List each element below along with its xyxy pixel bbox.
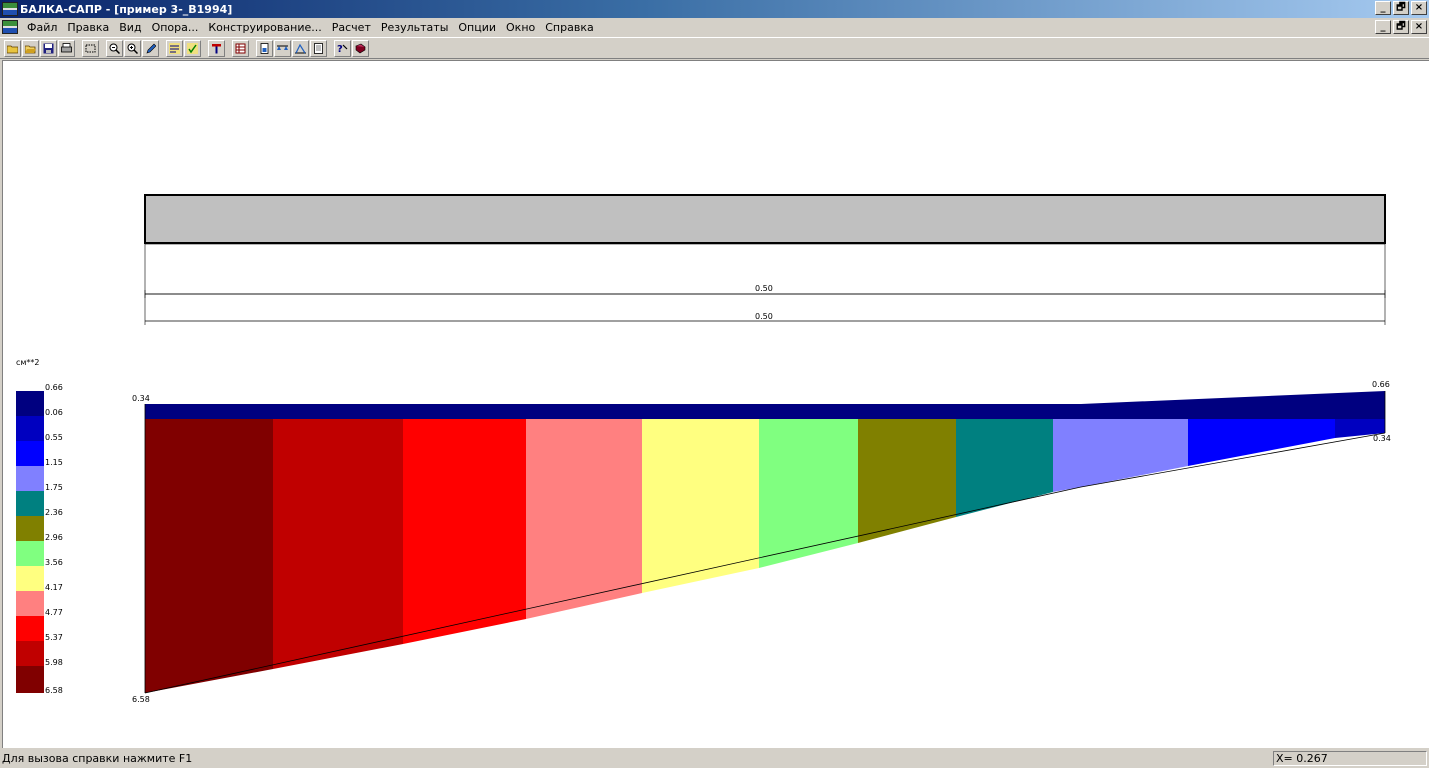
menu-window[interactable]: Окно [501, 21, 540, 34]
page-icon[interactable] [256, 39, 273, 57]
doc-minimize-button[interactable]: _ [1375, 20, 1391, 34]
legend-swatch [16, 466, 44, 491]
svg-text:?: ? [337, 44, 343, 54]
menu-support[interactable]: Опора... [147, 21, 204, 34]
legend-swatch [16, 541, 44, 566]
menu-edit[interactable]: Правка [62, 21, 114, 34]
legend-label: 2.36 [45, 508, 63, 517]
open-folder-icon[interactable] [22, 39, 39, 57]
menu-bar: Файл Правка Вид Опора... Конструирование… [0, 18, 1429, 36]
drawing-canvas[interactable]: 0.50 0.50 см**2 0.66 0.06 0.55 1.15 1.75… [2, 60, 1429, 748]
help-icon[interactable]: ? [334, 39, 351, 57]
status-coordinate: X= 0.267 [1273, 751, 1427, 766]
menu-file[interactable]: Файл [22, 21, 62, 34]
legend-swatch [16, 566, 44, 591]
diagram-band [145, 419, 273, 693]
menu-options[interactable]: Опции [453, 21, 501, 34]
diagram-label-left-top: 0.34 [132, 394, 150, 403]
legend-unit: см**2 [16, 358, 40, 367]
supports-icon[interactable] [274, 39, 291, 57]
diagram-band [1188, 419, 1335, 466]
toolbar: ? [0, 37, 1429, 59]
legend-swatch [16, 491, 44, 516]
legend-label: 4.17 [45, 583, 63, 592]
print-icon[interactable] [58, 39, 75, 57]
check-icon[interactable] [184, 39, 201, 57]
status-help-text: Для вызова справки нажмите F1 [2, 752, 193, 765]
legend-swatch [16, 616, 44, 641]
zoom-in-icon[interactable] [124, 39, 141, 57]
title-bar: БАЛКА-САПР - [пример 3-_B1994] _ 🗗 × [0, 0, 1429, 18]
legend: 0.66 0.06 0.55 1.15 1.75 2.36 2.96 3.56 … [16, 383, 63, 695]
menu-view[interactable]: Вид [114, 21, 146, 34]
legend-swatch [16, 416, 44, 441]
dimension-label-upper: 0.50 [755, 284, 773, 293]
table-icon[interactable] [232, 39, 249, 57]
legend-label: 2.96 [45, 533, 63, 542]
diagram-band [273, 419, 403, 669]
save-icon[interactable] [40, 39, 57, 57]
diagram-label-right-bottom: 0.34 [1373, 434, 1391, 443]
menu-calculation[interactable]: Расчет [327, 21, 376, 34]
diagram-band [858, 419, 956, 543]
legend-swatch [16, 391, 44, 416]
legend-label: 3.56 [45, 558, 63, 567]
status-bar: Для вызова справки нажмите F1 X= 0.267 [0, 749, 1429, 768]
legend-swatch [16, 666, 44, 693]
diagram-label-left-bottom: 6.58 [132, 695, 150, 704]
reinforcement-diagram[interactable] [144, 391, 1386, 694]
diagram-label-right-top: 0.66 [1372, 380, 1390, 389]
diagram-band [759, 419, 858, 568]
restore-button[interactable]: 🗗 [1393, 1, 1409, 15]
close-button[interactable]: × [1411, 1, 1427, 15]
legend-label: 5.98 [45, 658, 63, 667]
beam-body[interactable] [144, 194, 1386, 244]
legend-label: 5.37 [45, 633, 63, 642]
legend-label: 0.06 [45, 408, 63, 417]
diagram-band [1053, 419, 1188, 492]
window-title: БАЛКА-САПР - [пример 3-_B1994] [20, 2, 233, 16]
legend-label: 1.15 [45, 458, 63, 467]
legend-swatch [16, 641, 44, 666]
minimize-button[interactable]: _ [1375, 1, 1391, 15]
legend-swatch [16, 591, 44, 616]
pencil-icon[interactable] [142, 39, 159, 57]
select-rect-icon[interactable] [82, 39, 99, 57]
zoom-out-icon[interactable] [106, 39, 123, 57]
document-icon[interactable] [2, 20, 18, 34]
doc-restore-button[interactable]: 🗗 [1393, 20, 1409, 34]
menu-design[interactable]: Конструирование... [203, 21, 326, 34]
legend-label: 1.75 [45, 483, 63, 492]
legend-swatch [16, 441, 44, 466]
top-band [145, 391, 1385, 419]
open-icon[interactable] [4, 39, 21, 57]
dimension-label-lower: 0.50 [755, 312, 773, 321]
report-icon[interactable] [310, 39, 327, 57]
diagram-band [526, 419, 642, 619]
legend-swatch [16, 516, 44, 541]
beam-loads-icon[interactable] [166, 39, 183, 57]
menu-results[interactable]: Результаты [376, 21, 454, 34]
diagram-band [403, 419, 526, 644]
legend-label: 6.58 [45, 686, 63, 695]
menu-help[interactable]: Справка [540, 21, 598, 34]
doc-close-button[interactable]: × [1411, 20, 1427, 34]
diagram-band [956, 419, 1053, 517]
legend-label: 0.66 [45, 383, 63, 392]
diagram-icon[interactable] [292, 39, 309, 57]
legend-label: 4.77 [45, 608, 63, 617]
legend-label: 0.55 [45, 433, 63, 442]
app-icon[interactable] [2, 2, 18, 16]
section-icon[interactable] [208, 39, 225, 57]
book-icon[interactable] [352, 39, 369, 57]
diagram-band [642, 419, 759, 593]
